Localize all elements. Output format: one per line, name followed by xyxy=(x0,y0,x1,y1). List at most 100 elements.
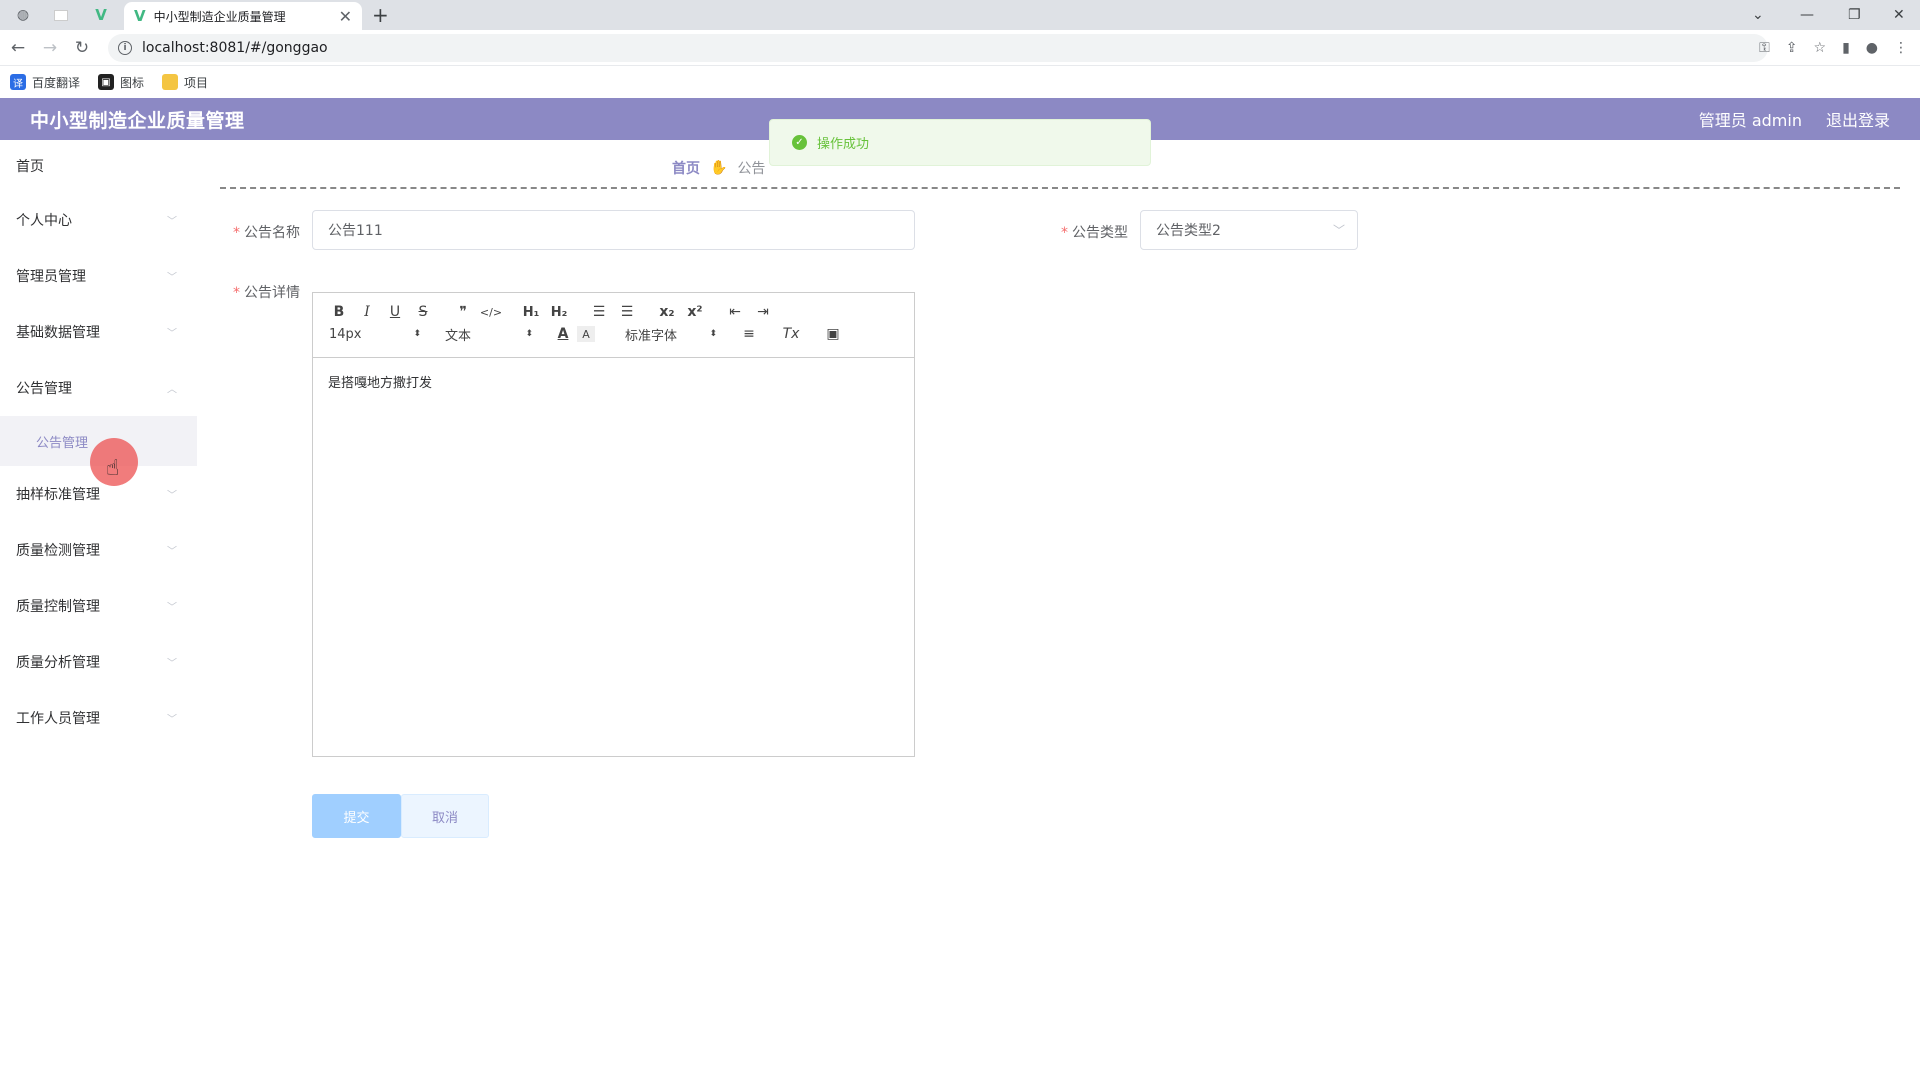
menu-icon[interactable]: ⋮ xyxy=(1894,40,1908,56)
outdent-icon[interactable]: ⇤ xyxy=(721,301,749,323)
sidebar-item-label: 基础数据管理 xyxy=(16,325,100,341)
sidebar-item-quality-control[interactable]: 质量控制管理 ﹀ xyxy=(0,578,197,634)
blockquote-icon[interactable]: ❞ xyxy=(449,301,477,323)
sidebar-item-announcement[interactable]: 公告管理 ︿ xyxy=(0,360,197,416)
image-icon: ▣ xyxy=(98,74,115,90)
active-tab[interactable]: V 中小型制造企业质量管理 ✕ xyxy=(124,2,362,30)
font-family-select[interactable]: 标准字体 ⬍ xyxy=(621,325,721,344)
code-block-icon[interactable]: </> xyxy=(477,301,505,323)
close-icon[interactable]: ✕ xyxy=(339,7,352,26)
announcement-type-label: * 公告类型 xyxy=(1048,222,1128,242)
pinned-tab-blank[interactable] xyxy=(44,3,78,27)
chevron-down-icon: ﹀ xyxy=(1332,223,1345,238)
success-toast: ✓ 操作成功 xyxy=(769,119,1151,166)
bookmark-icons[interactable]: ▣ 图标 xyxy=(98,74,144,91)
back-icon[interactable]: ← xyxy=(6,36,30,60)
sidebar-item-home[interactable]: 首页 xyxy=(0,140,197,192)
sidebar-menu: 首页 个人中心 ﹀ 管理员管理 ﹀ 基础数据管理 ﹀ 公告管理 ︿ 公告管理 抽… xyxy=(0,140,197,1072)
sidebar-item-basic-data[interactable]: 基础数据管理 ﹀ xyxy=(0,304,197,360)
info-icon[interactable]: i xyxy=(118,41,132,55)
sidebar-item-admin-management[interactable]: 管理员管理 ﹀ xyxy=(0,248,197,304)
page-icon xyxy=(54,9,68,21)
rich-text-editor: B I U S ❞ </> H₁ H₂ ☰ ☰ x₂ x² ⇤ ⇥ 14px ⬍ xyxy=(312,292,915,757)
sidebar-item-staff[interactable]: 工作人员管理 ﹀ xyxy=(0,690,197,746)
heading2-icon[interactable]: H₂ xyxy=(545,301,573,323)
required-mark: * xyxy=(233,225,240,241)
announcement-type-select[interactable]: 公告类型2 ﹀ xyxy=(1140,210,1358,250)
chevron-down-icon: ﹀ xyxy=(167,328,177,340)
text-color-icon[interactable]: A xyxy=(549,323,577,345)
bullet-list-icon[interactable]: ☰ xyxy=(613,301,641,323)
underline-icon[interactable]: U xyxy=(381,301,409,323)
vue-icon: V xyxy=(134,7,146,25)
editor-content[interactable]: 是搭嘎地方撒打发 xyxy=(313,358,914,405)
sidepanel-icon[interactable]: ▮ xyxy=(1842,40,1850,56)
breadcrumb-home[interactable]: 首页 xyxy=(672,158,700,178)
chevron-down-icon: ﹀ xyxy=(167,216,177,228)
input-value: 公告111 xyxy=(328,223,383,239)
share-icon[interactable]: ⇪ xyxy=(1786,40,1798,56)
updown-icon: ⬍ xyxy=(413,329,421,339)
updown-icon: ⬍ xyxy=(709,329,717,339)
font-size-value: 14px xyxy=(329,326,362,342)
sidebar-item-label: 公告管理 xyxy=(16,381,72,397)
paragraph-select[interactable]: 文本 ⬍ xyxy=(441,325,537,344)
bookmarks-bar: 译 百度翻译 ▣ 图标 项目 xyxy=(0,66,1920,98)
profile-icon[interactable]: ● xyxy=(1866,40,1878,56)
bookmark-label: 图标 xyxy=(120,75,145,90)
italic-icon[interactable]: I xyxy=(353,301,381,323)
restore-icon[interactable]: ❐ xyxy=(1848,0,1861,30)
sidebar-item-personal-center[interactable]: 个人中心 ﹀ xyxy=(0,192,197,248)
heading1-icon[interactable]: H₁ xyxy=(517,301,545,323)
font-size-select[interactable]: 14px ⬍ xyxy=(325,327,425,342)
announcement-name-input[interactable]: 公告111 xyxy=(312,210,915,250)
hand-cursor-icon: ☝ xyxy=(106,456,120,481)
clear-format-icon[interactable]: Tx xyxy=(777,323,805,345)
bold-icon[interactable]: B xyxy=(325,301,353,323)
label-text: 公告类型 xyxy=(1072,225,1128,241)
chevron-down-icon: ﹀ xyxy=(167,714,177,726)
chevron-down-icon: ﹀ xyxy=(167,602,177,614)
background-color-icon[interactable]: A xyxy=(577,326,595,342)
pinned-tab-globe[interactable]: ◍ xyxy=(6,3,40,27)
url-box[interactable]: i localhost:8081/#/gonggao xyxy=(108,34,1768,62)
key-icon[interactable]: ⚿ xyxy=(1759,40,1770,56)
sidebar-item-label: 首页 xyxy=(16,159,44,175)
font-family-value: 标准字体 xyxy=(625,328,678,344)
minimize-icon[interactable]: — xyxy=(1800,0,1814,30)
breadcrumb: 首页 ✋ 公告 xyxy=(672,158,765,178)
cancel-button[interactable]: 取消 xyxy=(401,794,489,838)
toast-message: 操作成功 xyxy=(817,137,870,152)
current-user: 管理员 admin xyxy=(1698,111,1802,130)
submit-button[interactable]: 提交 xyxy=(312,794,401,838)
reload-icon[interactable]: ↻ xyxy=(70,36,94,60)
forward-icon[interactable]: → xyxy=(38,36,62,60)
sidebar-item-label: 工作人员管理 xyxy=(16,711,100,727)
window-close-icon[interactable]: ✕ xyxy=(1893,0,1905,30)
sidebar-item-label: 个人中心 xyxy=(16,213,72,229)
bookmark-project[interactable]: 项目 xyxy=(162,74,208,91)
superscript-icon[interactable]: x² xyxy=(681,301,709,323)
pinned-tab-vue[interactable]: V xyxy=(84,3,118,27)
logout-link[interactable]: 退出登录 xyxy=(1826,107,1890,131)
tab-title: 中小型制造企业质量管理 xyxy=(153,9,286,24)
toolbar-icons: ⚿ ⇪ ☆ ▮ ● ⋮ xyxy=(1759,34,1908,62)
chevron-down-icon: ﹀ xyxy=(167,272,177,284)
bookmark-baidu-translate[interactable]: 译 百度翻译 xyxy=(10,74,80,91)
divider xyxy=(220,187,1900,189)
image-icon[interactable]: ▣ xyxy=(819,323,847,345)
align-icon[interactable]: ≡ xyxy=(735,323,763,345)
indent-icon[interactable]: ⇥ xyxy=(749,301,777,323)
bookmark-label: 项目 xyxy=(184,75,209,90)
app-title: 中小型制造企业质量管理 xyxy=(30,109,245,132)
subscript-icon[interactable]: x₂ xyxy=(653,301,681,323)
star-icon[interactable]: ☆ xyxy=(1814,40,1827,56)
sidebar-item-quality-analysis[interactable]: 质量分析管理 ﹀ xyxy=(0,634,197,690)
ordered-list-icon[interactable]: ☰ xyxy=(585,301,613,323)
vue-icon: V xyxy=(95,6,107,24)
strikethrough-icon[interactable]: S xyxy=(409,301,437,323)
label-text: 公告名称 xyxy=(244,225,300,241)
tab-search-icon[interactable]: ⌄ xyxy=(1752,0,1764,30)
new-tab-button[interactable]: + xyxy=(372,2,389,28)
sidebar-item-quality-inspection[interactable]: 质量检测管理 ﹀ xyxy=(0,522,197,578)
